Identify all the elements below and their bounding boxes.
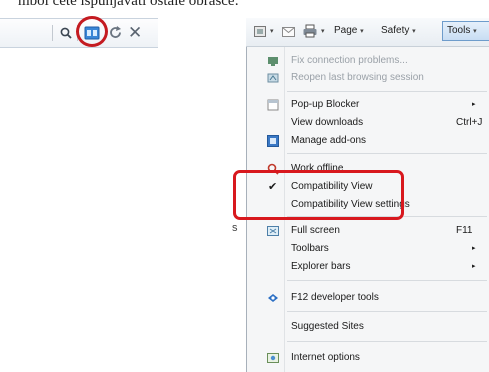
submenu-arrow-icon: ▸: [472, 101, 476, 108]
menu-item-label: View downloads: [291, 117, 364, 128]
menu-separator: [287, 280, 487, 281]
menu-item-popup-blocker[interactable]: Pop-up Blocker ▸: [247, 97, 489, 114]
tools-menu-label: Tools: [447, 25, 471, 36]
menu-separator: [287, 341, 487, 342]
menu-item-explorer-bars[interactable]: Explorer bars ▸: [247, 259, 489, 276]
menu-item-f12-developer-tools[interactable]: F12 developer tools: [247, 290, 489, 307]
menu-item-label: Suggested Sites: [291, 321, 364, 332]
read-mail-icon[interactable]: [282, 26, 295, 37]
command-bar: ▾ ▾ Page ▾ Safety ▾ Tools ▾: [246, 18, 489, 47]
submenu-arrow-icon: ▸: [472, 245, 476, 252]
menu-item-label: F12 developer tools: [291, 292, 379, 303]
menu-item-label: Pop-up Blocker: [291, 99, 360, 110]
close-icon[interactable]: ✕: [128, 24, 142, 42]
menu-item-label: Full screen: [291, 225, 340, 236]
menu-item-label: Explorer bars: [291, 261, 351, 272]
menu-item-suggested-sites[interactable]: Suggested Sites: [247, 319, 489, 336]
menu-item-manage-addons[interactable]: Manage add-ons: [247, 133, 489, 150]
feeds-icon[interactable]: [254, 26, 266, 37]
page-menu-label: Page: [334, 25, 358, 36]
menu-item-label: Toolbars: [291, 243, 329, 254]
full-screen-icon: [267, 226, 279, 236]
menu-item-label: Internet options: [291, 352, 360, 363]
menu-item-label: Reopen last browsing session: [291, 72, 424, 83]
menu-item-shortcut: Ctrl+J: [456, 117, 483, 128]
menu-item-view-downloads[interactable]: View downloads Ctrl+J: [247, 115, 489, 132]
safety-menu-label: Safety: [381, 25, 410, 36]
menu-item-label: Fix connection problems...: [291, 55, 408, 66]
chevron-down-icon[interactable]: ▾: [270, 27, 274, 35]
search-icon[interactable]: [60, 27, 72, 39]
menu-separator: [287, 91, 487, 92]
menu-item-label: Manage add-ons: [291, 135, 367, 146]
menu-separator: [287, 311, 487, 312]
safety-menu-button[interactable]: Safety ▾: [381, 25, 416, 36]
divider: [52, 25, 53, 41]
popup-blocker-icon: [267, 99, 279, 111]
manage-addons-icon: [267, 135, 279, 147]
chevron-down-icon[interactable]: ▾: [321, 27, 325, 35]
instruction-caption: mbol ćete ispunjavati ostale obrasce:: [18, 0, 239, 9]
menu-item-internet-options[interactable]: Internet options: [247, 350, 489, 367]
chevron-down-icon: ▾: [412, 28, 416, 35]
submenu-arrow-icon: ▸: [472, 263, 476, 270]
chevron-down-icon: ▾: [360, 28, 364, 35]
chevron-down-icon: ▾: [473, 28, 477, 35]
menu-item-fix-connection[interactable]: Fix connection problems...: [247, 53, 489, 70]
highlight-rectangle: [233, 170, 404, 220]
menu-item-shortcut: F11: [456, 225, 473, 236]
internet-options-icon: [267, 353, 279, 363]
menu-separator: [287, 153, 487, 154]
menu-item-toolbars[interactable]: Toolbars ▸: [247, 241, 489, 258]
developer-tools-icon: [268, 294, 278, 302]
tools-menu-button[interactable]: Tools ▾: [442, 21, 489, 41]
menu-item-reopen-session[interactable]: Reopen last browsing session: [247, 70, 489, 87]
highlight-circle: [76, 16, 108, 47]
refresh-icon[interactable]: [109, 26, 123, 40]
reopen-session-icon: [267, 73, 279, 83]
cut-off-fragment: s: [232, 222, 238, 234]
print-icon[interactable]: [303, 24, 317, 38]
network-diagnose-icon: [268, 57, 278, 66]
page-menu-button[interactable]: Page ▾: [334, 25, 364, 36]
menu-item-full-screen[interactable]: Full screen F11: [247, 223, 489, 240]
